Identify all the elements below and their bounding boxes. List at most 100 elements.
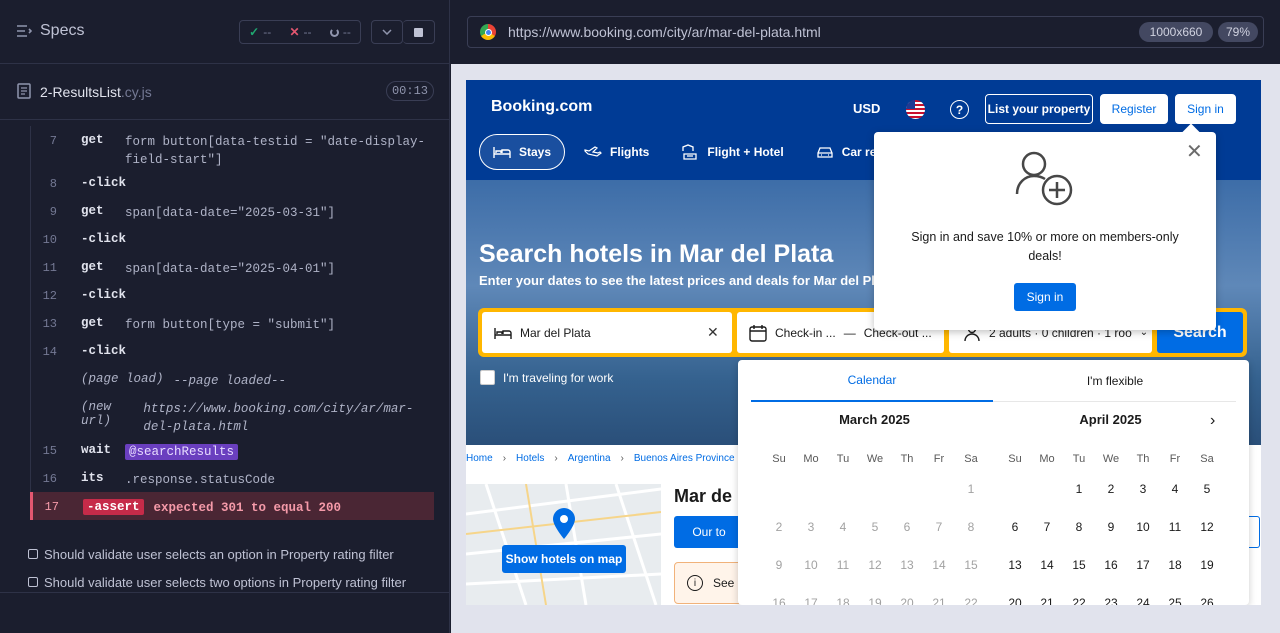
command-message: --page loaded-- (173, 374, 287, 388)
calendar-day[interactable]: 16 (1095, 546, 1127, 584)
calendar-day[interactable]: 10 (1127, 508, 1159, 546)
info-icon: i (687, 575, 703, 591)
calendar-day[interactable]: 2 (1095, 470, 1127, 508)
calendar-day: 15 (964, 558, 978, 572)
crumb-home[interactable]: Home (466, 453, 493, 464)
calendar-day[interactable]: 18 (1159, 546, 1191, 584)
us-flag-icon[interactable] (906, 100, 925, 119)
chevron-right-icon: › (502, 453, 507, 464)
calendar-day: 9 (775, 558, 783, 572)
plane-icon (584, 146, 602, 157)
calendar-day[interactable]: 23 (1095, 584, 1127, 605)
calendar-day[interactable]: 17 (1127, 546, 1159, 584)
chevron-down-button[interactable] (371, 20, 403, 44)
calendar-day[interactable]: 6 (999, 508, 1031, 546)
work-travel-checkbox[interactable]: I'm traveling for work (480, 370, 613, 385)
command-row[interactable]: 16 its .response.statusCode (30, 464, 434, 492)
chrome-icon (480, 24, 496, 40)
flight-hotel-icon (682, 144, 698, 160)
calendar-day[interactable]: 3 (1127, 470, 1159, 508)
command-row[interactable]: 13 get form button[type = "submit"] (30, 309, 434, 337)
date-picker-tabs: Calendar I'm flexible (751, 360, 1236, 402)
specs-toggle[interactable]: Specs (16, 22, 84, 40)
register-button[interactable]: Register (1100, 94, 1168, 124)
currency-button[interactable]: USD (853, 101, 880, 116)
page-title: Mar de (674, 486, 733, 506)
calendar-day[interactable]: 21 (1031, 584, 1063, 605)
popover-sign-in-button[interactable]: Sign in (1014, 283, 1076, 311)
weekday-label: Mo (1039, 453, 1055, 465)
calendar-day: 3 (807, 520, 815, 534)
calendar-day[interactable]: 14 (1031, 546, 1063, 584)
test-list: Should validate user selects an option i… (28, 540, 406, 596)
nav-stays[interactable]: Stays (479, 134, 566, 170)
command-number: 11 (42, 261, 57, 275)
command-row[interactable]: 17 -assert expected 301 to equal 200 (30, 492, 434, 520)
nav-flight-hotel[interactable]: Flight + Hotel (668, 134, 796, 170)
calendar-day[interactable]: 13 (999, 546, 1031, 584)
test-status-icon (28, 549, 38, 559)
command-row[interactable]: 7 get form button[data-testid = "date-disp… (30, 126, 434, 169)
destination-field[interactable]: Mar del Plata ✕ (482, 312, 732, 353)
crumb-province[interactable]: Buenos Aires Province (634, 453, 735, 464)
map-pin-icon (553, 508, 575, 539)
pending-count: -- (342, 25, 351, 39)
sign-in-popover: ✕ Sign in and save 10% or more on member… (874, 123, 1216, 330)
command-message: form button[type = "submit"] (125, 318, 336, 332)
calendar-day[interactable]: 1 (1063, 470, 1095, 508)
calendar-day[interactable]: 26 (1191, 584, 1223, 605)
calendar-day: 19 (868, 596, 882, 605)
calendar-day[interactable]: 19 (1191, 546, 1223, 584)
calendar-day[interactable]: 24 (1127, 584, 1159, 605)
command-message: expected 301 to equal 200 (153, 501, 342, 515)
zoom-level[interactable]: 79% (1218, 22, 1258, 42)
month-march: March 2025 Su Mo Tu We Th Fr Sa 1 2 3 4 5 6 7 8 9 10 11 12… (763, 412, 986, 605)
calendar-day[interactable]: 9 (1095, 508, 1127, 546)
command-row[interactable]: 12 -click (30, 281, 434, 309)
calendar-day: 10 (804, 558, 818, 572)
command-row[interactable]: 9 get span[data-date="2025-03-31"] (30, 197, 434, 225)
tab-calendar[interactable]: Calendar (751, 360, 993, 402)
calendar-day[interactable]: 7 (1031, 508, 1063, 546)
calendar-day[interactable]: 22 (1063, 584, 1095, 605)
viewport-size[interactable]: 1000x660 (1139, 22, 1213, 42)
close-icon[interactable]: ✕ (1186, 142, 1203, 162)
test-item[interactable]: Should validate user selects an option i… (28, 540, 406, 568)
weekday-label: Su (772, 453, 786, 465)
show-map-button[interactable]: Show hotels on map (502, 545, 626, 573)
help-icon[interactable]: ? (950, 100, 969, 119)
check-in-label: Check-in ... (775, 325, 836, 340)
command-row[interactable]: 15 wait @searchResults (30, 436, 434, 464)
command-row[interactable]: 10 -click (30, 225, 434, 253)
url-bar: https://www.booking.com/city/ar/mar-del-… (451, 0, 1280, 64)
calendar-day[interactable]: 11 (1159, 508, 1191, 546)
chevron-right-icon[interactable]: › (1210, 412, 1215, 430)
calendar-day: 5 (871, 520, 879, 534)
weekday-label: Sa (1200, 453, 1214, 465)
list-property-button[interactable]: List your property (985, 94, 1093, 124)
tab-flexible[interactable]: I'm flexible (994, 360, 1236, 402)
calendar-day[interactable]: 20 (999, 584, 1031, 605)
command-row[interactable]: (new url) https://www.booking.com/city/ar… (30, 393, 434, 436)
sign-in-button[interactable]: Sign in (1175, 94, 1236, 124)
clear-icon[interactable]: ✕ (707, 324, 719, 341)
booking-logo[interactable]: Booking.com (491, 98, 592, 116)
crumb-argentina[interactable]: Argentina (568, 453, 611, 464)
stop-button[interactable] (403, 20, 435, 44)
calendar-day[interactable]: 15 (1063, 546, 1095, 584)
calendar-day[interactable]: 5 (1191, 470, 1223, 508)
month-april: April 2025 Su Mo Tu We Th Fr Sa 1 2 3 4 5 6 7 8 9 10 11 12… (999, 412, 1222, 605)
our-top-button[interactable]: Our to (674, 516, 744, 548)
calendar-day[interactable]: 4 (1159, 470, 1191, 508)
command-row[interactable]: 14 -click (30, 337, 434, 365)
checkbox[interactable] (480, 370, 495, 385)
nav-flights[interactable]: Flights (571, 134, 662, 170)
calendar-day[interactable]: 25 (1159, 584, 1191, 605)
command-row[interactable]: 11 get span[data-date="2025-04-01"] (30, 253, 434, 281)
hero-title: Search hotels in Mar del Plata (479, 240, 834, 268)
calendar-day[interactable]: 8 (1063, 508, 1095, 546)
command-row[interactable]: 8 -click (30, 169, 434, 197)
command-row[interactable]: (page load) --page loaded-- (30, 365, 434, 393)
crumb-hotels[interactable]: Hotels (516, 453, 544, 464)
calendar-day[interactable]: 12 (1191, 508, 1223, 546)
